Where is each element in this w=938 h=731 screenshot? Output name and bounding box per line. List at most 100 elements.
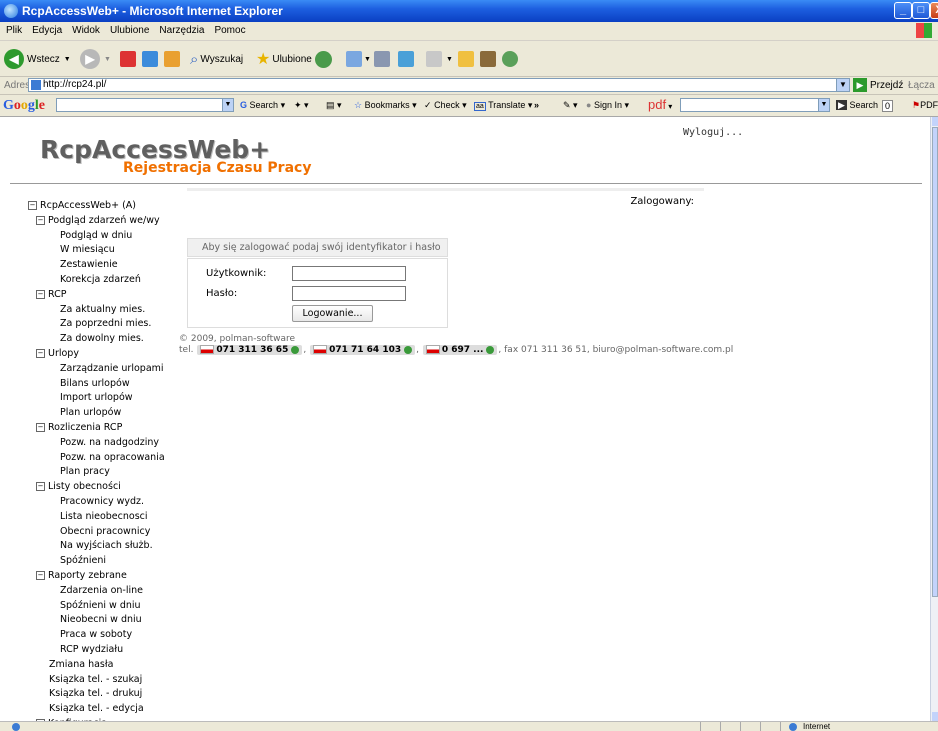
tree-item[interactable]: Za aktualny mies. xyxy=(28,303,165,318)
go-button[interactable]: ▶ Przejdź xyxy=(853,78,903,92)
tree-item[interactable]: Na wyjściach służb. xyxy=(28,539,165,554)
collapse-icon[interactable]: − xyxy=(36,482,45,492)
tree-item[interactable]: Pracownicy wydz. xyxy=(28,495,165,510)
login-button[interactable]: Logowanie... xyxy=(292,305,373,322)
tree-item[interactable]: Bilans urlopów xyxy=(28,377,165,392)
scroll-down-icon[interactable] xyxy=(932,712,938,721)
google-more-button[interactable]: » xyxy=(534,100,539,110)
google-search-input[interactable] xyxy=(56,98,228,112)
tree-item[interactable]: Spóźnieni w dniu xyxy=(28,599,165,614)
tree-item[interactable]: − Raporty zebrane xyxy=(28,569,165,584)
back-dropdown-icon[interactable]: ▼ xyxy=(64,56,71,63)
edit-button[interactable] xyxy=(398,49,414,69)
tree-item[interactable]: Zarządzanie urlopami xyxy=(28,362,165,377)
collapse-icon[interactable]: − xyxy=(36,215,45,225)
discuss-button[interactable]: ▼ xyxy=(426,49,453,69)
forward-button[interactable]: ▶ ▼ xyxy=(80,49,111,69)
tree-item[interactable]: − Listy obecności xyxy=(28,480,165,495)
print-button[interactable] xyxy=(374,49,390,69)
tree-item[interactable]: Ksiązka tel. - szukaj xyxy=(28,673,165,688)
menu-file[interactable]: Plik xyxy=(6,22,22,40)
tree-item[interactable]: Za poprzedni mies. xyxy=(28,317,165,332)
collapse-icon[interactable]: − xyxy=(28,201,37,210)
pdf-search-input[interactable] xyxy=(680,98,820,112)
phone-number[interactable]: 071 311 36 65 xyxy=(197,345,303,355)
phone-number[interactable]: 0 697 ... xyxy=(422,345,498,355)
tree-item[interactable]: Plan pracy xyxy=(28,465,165,480)
google-check-button[interactable]: ✓ Check ▾ xyxy=(424,100,467,111)
favorites-button[interactable]: ★ Ulubione xyxy=(256,49,312,69)
google-settings-icon[interactable]: ✎ ▾ xyxy=(563,100,578,111)
logout-link[interactable]: Wyloguj... xyxy=(683,127,743,138)
scroll-up-icon[interactable] xyxy=(932,117,938,126)
maximize-button[interactable]: □ xyxy=(912,2,930,19)
tree-item[interactable]: − RCP xyxy=(28,288,165,303)
tree-item[interactable]: Za dowolny mies. xyxy=(28,332,165,347)
menu-view[interactable]: Widok xyxy=(72,22,100,40)
tree-item[interactable]: Podgląd w dniu xyxy=(28,229,165,244)
tree-item[interactable]: RCP wydziału xyxy=(28,643,165,658)
pdf-button[interactable]: ⚑PDF xyxy=(912,100,938,111)
messenger-button[interactable] xyxy=(502,49,518,69)
pdf-toolbar-logo[interactable]: pdf ▾ xyxy=(648,97,672,112)
google-search-dropdown-icon[interactable]: ▼ xyxy=(222,98,234,112)
menu-edit[interactable]: Edycja xyxy=(32,22,62,40)
popup-counter[interactable]: 0 xyxy=(882,100,894,112)
tree-item[interactable]: − RcpAccessWeb+ (A) xyxy=(28,199,165,214)
pdf-search-dropdown-icon[interactable]: ▼ xyxy=(818,98,830,112)
minimize-button[interactable]: _ xyxy=(894,2,912,19)
tree-item[interactable]: Nieobecni w dniu xyxy=(28,613,165,628)
google-news-icon[interactable]: ▤ ▾ xyxy=(326,100,342,111)
collapse-icon[interactable]: − xyxy=(36,348,45,358)
stop-button[interactable] xyxy=(120,49,136,69)
menu-tools[interactable]: Narzędzia xyxy=(159,22,204,40)
pdf-search-button[interactable]: ▶ Search xyxy=(836,100,878,111)
history-button[interactable] xyxy=(315,49,332,69)
search-button[interactable]: ⌕ Wyszukaj xyxy=(190,49,243,69)
mail-button[interactable]: ▼ xyxy=(346,49,371,69)
tree-item[interactable]: − Podgląd zdarzeń we/wy xyxy=(28,214,165,229)
tree-item[interactable]: Pozw. na nadgodziny xyxy=(28,436,165,451)
google-extras-icon[interactable]: ✦ ▾ xyxy=(294,100,309,111)
scrollbar-thumb[interactable] xyxy=(932,127,938,597)
collapse-icon[interactable]: − xyxy=(36,570,45,580)
address-input[interactable]: http://rcp24.pl/ xyxy=(28,78,846,92)
phone-number[interactable]: 071 71 64 103 xyxy=(310,345,416,355)
tree-item[interactable]: Import urlopów xyxy=(28,391,165,406)
tree-item[interactable]: Korekcja zdarzeń xyxy=(28,273,165,288)
tree-item[interactable]: Zmiana hasła xyxy=(28,658,165,673)
google-search-button[interactable]: G Search ▾ xyxy=(240,100,285,111)
links-button[interactable]: Łącza xyxy=(908,80,935,91)
tree-item[interactable]: Zestawienie xyxy=(28,258,165,273)
google-translate-button[interactable]: aa Translate ▾ xyxy=(474,100,532,111)
menu-favorites[interactable]: Ulubione xyxy=(110,22,149,40)
close-button[interactable]: X xyxy=(930,2,938,19)
tree-item[interactable]: W miesiącu xyxy=(28,243,165,258)
tree-item[interactable]: Lista nieobecnosci xyxy=(28,510,165,525)
research-button[interactable] xyxy=(480,49,496,69)
refresh-button[interactable] xyxy=(142,49,158,69)
password-input[interactable] xyxy=(292,286,406,301)
vertical-scrollbar[interactable] xyxy=(930,117,938,721)
home-button[interactable] xyxy=(164,49,180,69)
tree-item[interactable]: − Rozliczenia RCP xyxy=(28,421,165,436)
menu-help[interactable]: Pomoc xyxy=(214,22,245,40)
back-button[interactable]: ◀ Wstecz ▼ xyxy=(4,49,71,69)
tree-item[interactable]: Pozw. na opracowania xyxy=(28,451,165,466)
tree-item[interactable]: Ksiązka tel. - edycja xyxy=(28,702,165,717)
collapse-icon[interactable]: − xyxy=(36,422,45,432)
tree-item[interactable]: Ksiązka tel. - drukuj xyxy=(28,687,165,702)
tree-item[interactable]: Obecni pracownicy xyxy=(28,525,165,540)
google-bookmarks-button[interactable]: ☆ Bookmarks ▾ xyxy=(354,100,417,111)
google-logo[interactable]: Google xyxy=(3,98,45,114)
folder-button[interactable] xyxy=(458,49,474,69)
collapse-icon[interactable]: − xyxy=(36,289,45,299)
tree-item[interactable]: Spóźnieni xyxy=(28,554,165,569)
tree-item[interactable]: − Urlopy xyxy=(28,347,165,362)
address-dropdown-icon[interactable]: ▼ xyxy=(836,78,850,92)
tree-item[interactable]: Plan urlopów xyxy=(28,406,165,421)
google-signin-button[interactable]: ● Sign In ▾ xyxy=(586,100,629,111)
username-input[interactable] xyxy=(292,266,406,281)
tree-item[interactable]: Zdarzenia on-line xyxy=(28,584,165,599)
tree-item[interactable]: Praca w soboty xyxy=(28,628,165,643)
